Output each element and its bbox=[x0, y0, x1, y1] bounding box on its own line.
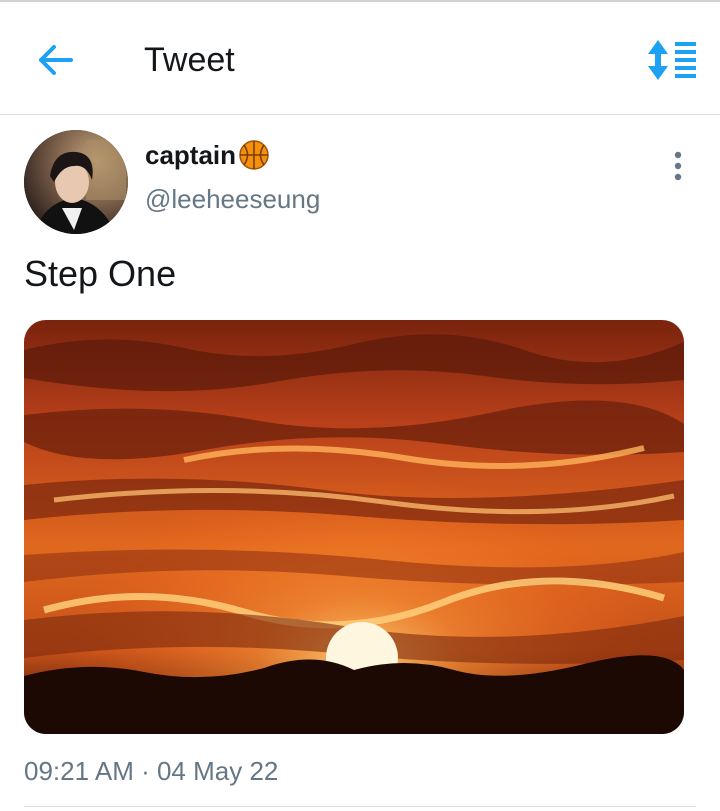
sort-button[interactable] bbox=[644, 36, 700, 84]
sort-arrows-icon bbox=[648, 40, 696, 80]
tweet-text: Step One bbox=[24, 253, 177, 294]
page-title: Tweet bbox=[144, 41, 235, 79]
author-handle[interactable]: @leeheeseung bbox=[145, 183, 320, 215]
back-button[interactable] bbox=[30, 38, 82, 82]
avatar[interactable] bbox=[24, 130, 128, 234]
basketball-icon bbox=[238, 139, 270, 171]
profile-photo bbox=[24, 130, 128, 234]
more-vertical-icon bbox=[674, 151, 682, 181]
top-app-bar: Tweet bbox=[0, 2, 720, 115]
sunset-photo bbox=[24, 320, 684, 734]
author-name[interactable]: captain bbox=[145, 139, 270, 171]
tweet-media-image[interactable] bbox=[24, 320, 684, 734]
tweet-timestamp: 09:21 AM · 04 May 22 bbox=[24, 756, 279, 786]
more-options-button[interactable] bbox=[662, 146, 694, 186]
arrow-left-icon bbox=[39, 45, 73, 75]
divider bbox=[24, 806, 696, 807]
author-name-text: captain bbox=[145, 140, 237, 170]
